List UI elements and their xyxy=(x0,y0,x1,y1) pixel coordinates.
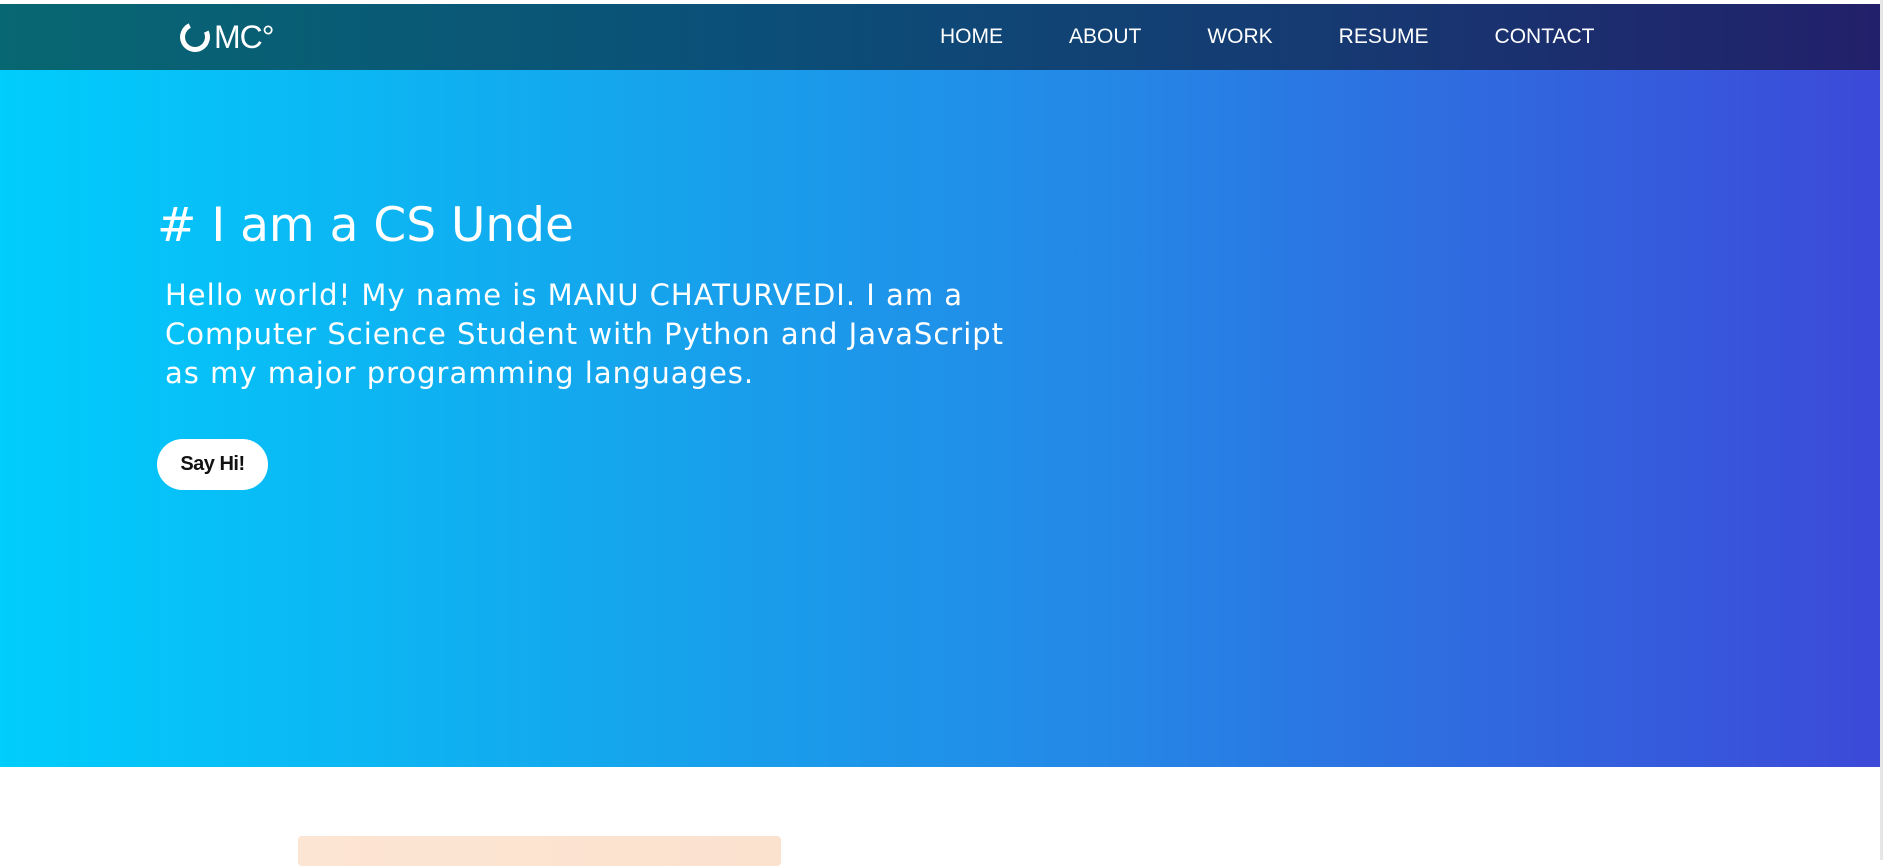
nav-link-resume[interactable]: RESUME xyxy=(1339,25,1429,49)
logo-text: MC° xyxy=(214,19,275,55)
top-navbar: MC° HOME ABOUT WORK RESUME CONTACT xyxy=(0,4,1883,70)
nav-link-work[interactable]: WORK xyxy=(1207,25,1272,49)
hero-intro-text: Hello world! My name is MANU CHATURVEDI.… xyxy=(165,278,1005,390)
hero-heading: # I am a CS Unde xyxy=(157,198,574,253)
nav-link-about[interactable]: ABOUT xyxy=(1069,25,1141,49)
say-hi-button[interactable]: Say Hi! xyxy=(157,439,268,490)
nav-link-contact[interactable]: CONTACT xyxy=(1495,25,1595,49)
card-preview xyxy=(298,836,781,866)
nav-link-home[interactable]: HOME xyxy=(940,25,1003,49)
site-logo[interactable]: MC° xyxy=(175,17,275,57)
nav-links: HOME ABOUT WORK RESUME CONTACT xyxy=(940,4,1660,70)
next-section xyxy=(0,767,1883,866)
hero-section: # I am a CS Unde Hello world! My name is… xyxy=(0,70,1883,767)
ring-logo-icon xyxy=(175,17,215,57)
